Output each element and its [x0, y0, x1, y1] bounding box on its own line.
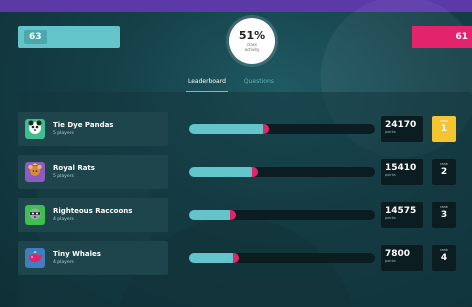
team-player-count: 5 players [53, 130, 74, 136]
team-info: Tie Dye Pandas 5 players [53, 121, 113, 138]
team-name: Tiny Whales [53, 249, 101, 258]
class-progress-circle: 51% class activity [229, 18, 275, 64]
points-box: 7800 points [381, 245, 423, 271]
right-score-value: 61 [455, 32, 468, 42]
right-team-score: 61 [412, 26, 472, 48]
points-box: 14575 points [381, 202, 423, 228]
left-team-score: 63 [18, 26, 120, 48]
progress-fill [189, 253, 237, 263]
team-avatar [25, 248, 45, 268]
team-card[interactable]: Tiny Whales 4 players [18, 241, 168, 275]
points-value: 15410 [385, 163, 417, 173]
rank-badge: rank 4 [432, 245, 456, 271]
team-name: Royal Rats [53, 163, 95, 172]
points-value: 24170 [385, 120, 417, 130]
team-avatar [25, 119, 45, 139]
progress-cap [252, 167, 258, 177]
progress-cap [233, 253, 239, 263]
team-info: Tiny Whales 4 players [53, 250, 101, 267]
rank-value: 4 [440, 253, 448, 263]
points-label: points [385, 130, 396, 134]
progress-fill [189, 167, 256, 177]
points-box: 15410 points [381, 159, 423, 185]
progress-bar [189, 253, 375, 263]
progress-caption: class activity [244, 42, 260, 52]
team-name: Tie Dye Pandas [53, 120, 114, 129]
rank-badge: rank 2 [432, 159, 456, 185]
progress-bar [189, 167, 375, 177]
team-name: Righteous Raccoons [53, 206, 133, 215]
panda-icon [27, 119, 43, 139]
progress-bar [189, 124, 375, 134]
rat-icon [27, 162, 43, 182]
rank-badge: rank 3 [432, 202, 456, 228]
team-avatar [25, 205, 45, 225]
top-bar [0, 0, 472, 12]
progress-percent: 51% [238, 29, 266, 42]
rank-value: 1 [440, 124, 448, 134]
team-info: Righteous Raccoons 4 players [53, 207, 132, 224]
team-info: Royal Rats 5 players [53, 164, 95, 181]
points-value: 7800 [385, 249, 411, 259]
raccoon-icon [27, 205, 43, 225]
rank-value: 2 [440, 167, 448, 177]
tab-leaderboard[interactable]: Leaderboard [186, 74, 228, 92]
progress-fill [189, 210, 234, 220]
team-avatar [25, 162, 45, 182]
view-tabs: Leaderboard Questions [186, 74, 276, 92]
tab-questions[interactable]: Questions [242, 74, 276, 92]
progress-cap [263, 124, 269, 134]
left-score-value: 63 [24, 30, 47, 44]
points-label: points [385, 216, 396, 220]
points-value: 14575 [385, 206, 417, 216]
rank-badge: rank 1 [432, 116, 456, 142]
team-player-count: 4 players [53, 216, 74, 222]
team-player-count: 4 players [53, 259, 74, 265]
team-card[interactable]: Righteous Raccoons 4 players [18, 198, 168, 232]
points-box: 24170 points [381, 116, 423, 142]
team-player-count: 5 players [53, 173, 74, 179]
points-label: points [385, 173, 396, 177]
progress-fill [189, 124, 267, 134]
rank-value: 3 [440, 210, 448, 220]
whale-icon [27, 248, 43, 268]
team-card[interactable]: Royal Rats 5 players [18, 155, 168, 189]
progress-cap [230, 210, 236, 220]
team-card[interactable]: Tie Dye Pandas 5 players [18, 112, 168, 146]
points-label: points [385, 259, 396, 263]
progress-bar [189, 210, 375, 220]
